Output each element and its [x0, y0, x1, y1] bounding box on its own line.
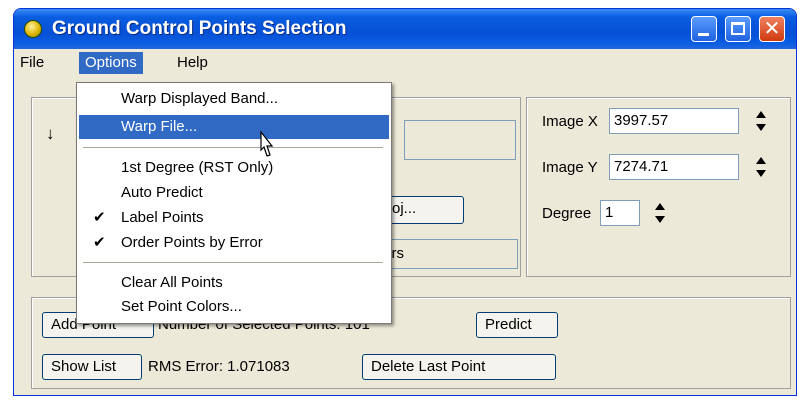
- image-y-label: Image Y: [542, 159, 598, 176]
- image-x-input[interactable]: 3997.57: [609, 108, 739, 134]
- menu-options[interactable]: Options: [79, 52, 143, 74]
- image-x-spinner-icon[interactable]: [755, 111, 767, 131]
- maximize-icon: [731, 22, 745, 35]
- options-dropdown-menu: Warp Displayed Band... Warp File... 1st …: [76, 82, 392, 324]
- check-icon: ✔: [93, 209, 106, 226]
- degree-label: Degree: [542, 205, 592, 222]
- menu-item-first-degree[interactable]: 1st Degree (RST Only): [79, 156, 389, 180]
- menu-item-label-points[interactable]: ✔ Label Points: [79, 206, 389, 230]
- maximize-button[interactable]: [725, 16, 751, 42]
- menu-item-label: Label Points: [121, 209, 204, 226]
- predict-button[interactable]: Predict: [476, 312, 558, 338]
- right-panel: Image X 3997.57 Image Y 7274.71 Degree 1: [526, 97, 791, 277]
- mouse-pointer-icon: [260, 130, 274, 157]
- image-y-spinner-icon[interactable]: [755, 157, 767, 177]
- menu-item-auto-predict[interactable]: Auto Predict: [79, 181, 389, 205]
- check-icon: ✔: [93, 234, 106, 251]
- rms-error-text: RMS Error: 1.071083: [148, 358, 290, 375]
- menu-item-clear-all-points[interactable]: Clear All Points: [79, 271, 389, 295]
- menu-bar: File Options Help: [14, 49, 796, 77]
- menu-item-warp-file[interactable]: Warp File...: [79, 115, 389, 139]
- image-y-input[interactable]: 7274.71: [609, 154, 739, 180]
- delete-last-point-button[interactable]: Delete Last Point: [362, 354, 556, 380]
- menu-item-order-points[interactable]: ✔ Order Points by Error: [79, 231, 389, 255]
- menu-item-warp-displayed-band[interactable]: Warp Displayed Band...: [79, 87, 389, 111]
- menu-help[interactable]: Help: [171, 52, 214, 74]
- menu-item-label: Order Points by Error: [121, 234, 263, 251]
- window-title: Ground Control Points Selection: [52, 18, 347, 39]
- degree-spinner-icon[interactable]: [654, 203, 666, 223]
- degree-input[interactable]: 1: [600, 200, 640, 226]
- minimize-button[interactable]: [691, 16, 717, 42]
- display-box: [404, 120, 516, 160]
- menu-separator: [83, 147, 383, 148]
- title-bar[interactable]: Ground Control Points Selection ✕: [14, 9, 796, 49]
- image-x-label: Image X: [542, 113, 598, 130]
- menu-item-set-point-colors[interactable]: Set Point Colors...: [79, 295, 389, 319]
- minimize-icon: [698, 33, 709, 36]
- close-icon: ✕: [763, 18, 781, 40]
- close-button[interactable]: ✕: [759, 16, 785, 42]
- menu-separator: [83, 262, 383, 263]
- menu-file[interactable]: File: [14, 52, 50, 74]
- show-list-button[interactable]: Show List: [42, 354, 142, 380]
- app-icon: [24, 20, 42, 38]
- down-arrow-icon: ↓: [46, 124, 55, 143]
